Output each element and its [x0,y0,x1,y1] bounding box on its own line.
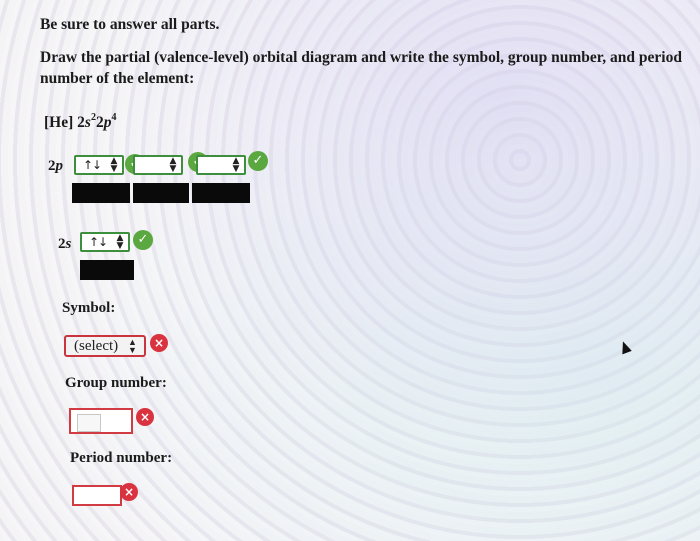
redaction-bar [133,183,189,203]
incorrect-x-icon: × [150,334,168,352]
dropdown-arrows-icon: ▲ ▼ [169,156,177,174]
orbital-2p-box-3[interactable]: ▲ ▼ [196,155,246,175]
instructions-text: Be sure to answer all parts. [40,16,220,33]
group-number-label: Group number: [65,375,167,391]
correct-check-icon: ✓ [248,151,268,171]
symbol-select[interactable]: (select) ▲ ▼ [64,335,146,357]
config-p-exponent: 4 [111,112,117,123]
group-number-field[interactable] [77,414,101,432]
incorrect-x-icon: × [120,483,138,501]
symbol-label: Symbol: [62,300,116,316]
period-number-label: Period number: [70,450,173,466]
incorrect-x-icon: × [136,408,154,426]
question-line-2: number of the element: [40,70,195,87]
orbital-2p-box-1[interactable]: ↑↓ ▲ ▼ [74,155,124,175]
dropdown-arrows-icon: ▲ ▼ [128,337,137,355]
redaction-bar [192,183,250,203]
redaction-bar [80,260,134,280]
period-number-input[interactable] [72,485,122,506]
group-number-input[interactable] [69,408,133,434]
dropdown-arrows-icon: ▲ ▼ [232,156,240,174]
orbital-2s-box-1-value: ↑↓ [88,235,108,249]
symbol-select-value: (select) [74,337,119,354]
correct-check-icon: ✓ [133,230,153,250]
mouse-pointer-icon [618,339,632,355]
redaction-bar [72,183,130,203]
dropdown-arrows-icon: ▲ ▼ [116,233,124,251]
sublevel-2s-label: 2s [58,236,72,252]
dropdown-arrows-icon: ▲ ▼ [110,156,118,174]
electron-configuration: [He] 2s22p4 [44,112,116,132]
config-core: [He] 2 [44,114,85,131]
question-line-1: Draw the partial (valence-level) orbital… [40,49,682,66]
orbital-2s-box-1[interactable]: ↑↓ ▲ ▼ [80,232,130,252]
orbital-2p-box-1-value: ↑↓ [82,158,102,172]
question-sheet: Be sure to answer all parts. Draw the pa… [0,0,700,541]
config-p-coefficient: 2 [95,114,104,131]
orbital-2p-box-2[interactable]: ▲ ▼ [133,155,183,175]
sublevel-2p-label: 2p [48,158,63,174]
